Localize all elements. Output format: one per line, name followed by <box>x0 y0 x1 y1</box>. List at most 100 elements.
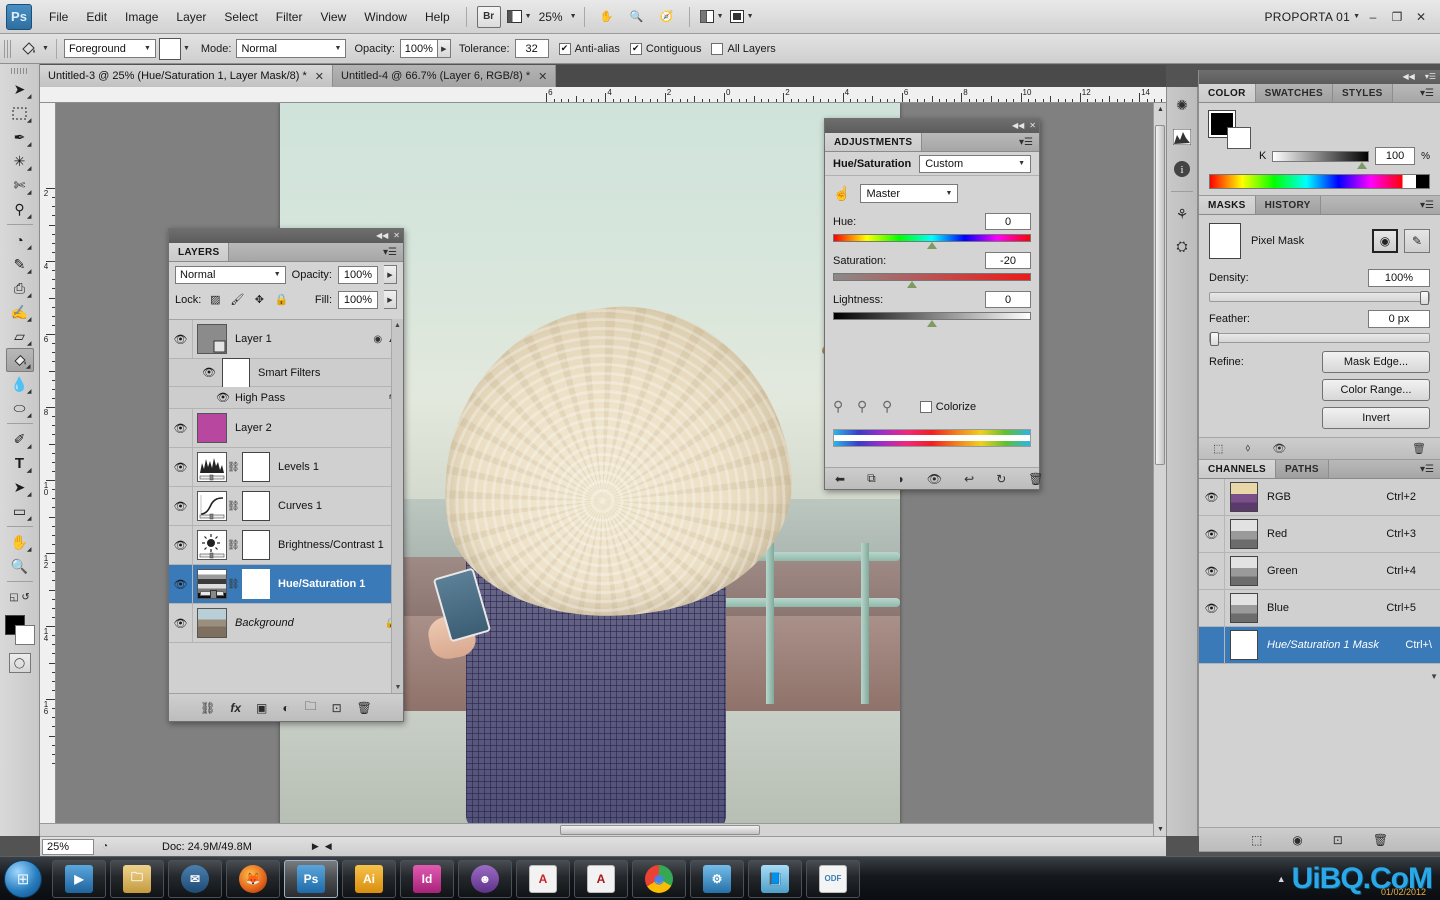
layers-scrollbar[interactable]: ▲ ▼ <box>391 319 403 693</box>
hue-slider[interactable] <box>833 234 1031 249</box>
channel-list[interactable]: 👁 RGB Ctrl+2 👁 Red Ctrl+3 👁 Green Ctrl+4 <box>1199 479 1440 664</box>
layer-opacity-stepper[interactable]: ▶ <box>384 265 397 284</box>
tab-layers[interactable]: LAYERS <box>169 243 230 261</box>
layer-visibility-icon[interactable]: 👁 <box>213 387 233 408</box>
dodge-tool[interactable]: ⬭ ◢ <box>6 396 34 420</box>
fill-input[interactable]: 100% <box>338 290 378 309</box>
pattern-swatch-group[interactable]: ▼ <box>158 37 190 60</box>
brush-tool[interactable]: ✎ ◢ <box>6 252 34 276</box>
vertical-ruler[interactable]: 2 4 6 8 10 12 14 16 <box>40 103 56 836</box>
taskbar-item-media-player[interactable]: ▶ <box>52 859 106 898</box>
preview-eye-icon[interactable]: 👁 <box>927 472 942 486</box>
layer-mask-thumbnail[interactable] <box>242 491 270 521</box>
canvas-horizontal-scrollbar[interactable] <box>40 823 1153 836</box>
channel-visibility-icon[interactable]: 👁 <box>1199 590 1225 626</box>
alllayers-checkbox-group[interactable]: All Layers <box>711 42 776 55</box>
layer-thumbnail[interactable] <box>197 530 227 560</box>
channel-visibility-icon[interactable]: 👁 <box>1199 516 1225 552</box>
blur-tool[interactable]: 💧 ◢ <box>6 372 34 396</box>
vector-mask-icon[interactable]: ✎ <box>1404 229 1430 253</box>
fill-stepper[interactable]: ▶ <box>384 290 397 309</box>
close-icon[interactable]: ✕ <box>393 232 400 240</box>
document-tab-untitled-3[interactable]: Untitled-3 @ 25% (Hue/Saturation 1, Laye… <box>40 65 334 87</box>
eyedropper-subtract-icon[interactable]: ⚲ <box>882 398 892 415</box>
on-image-adjust-icon[interactable]: ☝ <box>833 185 850 202</box>
list-item[interactable]: 👁 Red Ctrl+3 <box>1199 516 1440 553</box>
taskbar-item-notes-app[interactable]: 📘 <box>748 859 802 898</box>
taskbar-item-photoshop[interactable]: Ps <box>284 859 338 898</box>
lock-all-icon[interactable]: 🔒 <box>273 292 289 308</box>
status-menu-arrow-icon[interactable]: ▶ <box>312 841 319 852</box>
vertical-scroll-thumb[interactable] <box>1155 125 1165 465</box>
channel-thumbnail[interactable] <box>1230 519 1258 549</box>
colorize-checkbox[interactable] <box>919 400 932 413</box>
channel-visibility-icon[interactable]: 👁 <box>1199 479 1225 515</box>
eyedropper-tool[interactable]: ⚲ ◢ <box>6 197 34 221</box>
pattern-chevron-icon[interactable]: ▼ <box>183 45 190 52</box>
tool-preset-chevron-icon[interactable]: ▼ <box>42 45 49 52</box>
tab-masks[interactable]: MASKS <box>1199 196 1256 214</box>
table-row[interactable]: 👁 ⛓ Levels 1 <box>169 448 403 487</box>
layer-thumbnail[interactable] <box>197 491 227 521</box>
type-tool[interactable]: T ◢ <box>6 451 34 475</box>
quick-mask-toggle[interactable]: ◯ <box>8 653 31 673</box>
contiguous-checkbox[interactable]: ✔ <box>629 42 642 55</box>
list-item[interactable]: 👁 Green Ctrl+4 <box>1199 553 1440 590</box>
tab-history[interactable]: HISTORY <box>1255 196 1321 214</box>
lightness-slider-knob[interactable] <box>927 320 937 327</box>
layer-visibility-icon[interactable]: 👁 <box>169 409 193 447</box>
magic-wand-tool[interactable]: ✳ ◢ <box>6 149 34 173</box>
layer-thumbnail[interactable] <box>197 608 227 638</box>
history-brush-dock-icon[interactable]: ✺ <box>1170 93 1194 117</box>
lightness-input[interactable]: 0 <box>985 291 1031 308</box>
zoom-chevron-icon[interactable]: ▼ <box>570 13 577 20</box>
density-slider[interactable] <box>1209 291 1430 305</box>
tab-styles[interactable]: STYLES <box>1332 84 1393 102</box>
layers-panel[interactable]: ◀◀ ✕ LAYERS ▾☰ Normal ▼ Opacity: 100% ▶ … <box>168 228 404 722</box>
delete-adjustment-icon[interactable]: 🗑 <box>1028 472 1043 486</box>
table-row[interactable]: 👁 High Pass ⇋ <box>169 387 403 409</box>
workspace-title[interactable]: PROPORTA 01 <box>1265 10 1351 24</box>
bridge-icon[interactable]: Br <box>476 5 501 28</box>
delete-layer-icon[interactable]: 🗑 <box>357 701 372 715</box>
taskbar-item-control-panel[interactable]: ⚙ <box>690 859 744 898</box>
table-row[interactable]: 👁 Layer 1 ◉ ▲ <box>169 320 403 359</box>
close-icon[interactable]: ✕ <box>538 70 547 83</box>
view-extras-icon[interactable]: ▼ <box>506 6 532 28</box>
channel-thumbnail[interactable] <box>1230 482 1258 512</box>
lasso-tool[interactable]: ✒ ◢ <box>6 125 34 149</box>
new-channel-icon[interactable]: ⊡ <box>1333 833 1343 847</box>
paint-bucket-icon[interactable] <box>17 38 39 60</box>
workspace-chevron-icon[interactable]: ▼ <box>1353 13 1360 20</box>
layer-visibility-icon[interactable]: 👁 <box>169 487 193 525</box>
mini-bridge-icon[interactable]: ⚘ <box>1170 202 1194 226</box>
add-mask-icon[interactable]: ▣ <box>256 701 267 715</box>
close-button[interactable]: ✕ <box>1410 7 1432 27</box>
clip-to-layer-icon[interactable]: ⧉ <box>867 471 876 486</box>
menu-view[interactable]: View <box>311 6 355 28</box>
pattern-swatch[interactable] <box>158 37 181 60</box>
hue-input[interactable]: 0 <box>985 213 1031 230</box>
history-brush-tool[interactable]: ✍ ◢ <box>6 300 34 324</box>
layer-mask-thumbnail[interactable] <box>242 569 270 599</box>
saturation-slider[interactable] <box>833 273 1031 288</box>
pixel-mask-icon[interactable]: ◉ <box>1372 229 1398 253</box>
k-channel-input[interactable]: 100 <box>1375 147 1416 165</box>
taskbar-item-odf-document[interactable]: ODF <box>806 859 860 898</box>
background-color-swatch[interactable] <box>1227 127 1251 149</box>
paint-bucket-tool[interactable]: ◢ <box>5 348 34 372</box>
scroll-up-icon[interactable]: ▲ <box>392 319 403 331</box>
close-icon[interactable]: ✕ <box>1029 122 1036 130</box>
delete-mask-icon[interactable]: 🗑 <box>1412 442 1426 455</box>
layer-thumbnail[interactable] <box>197 569 227 599</box>
color-fg-bg-swatches[interactable] <box>1208 110 1251 149</box>
color-range-button[interactable]: Color Range... <box>1322 379 1430 401</box>
status-zoom-input[interactable]: 25% <box>42 838 94 855</box>
channel-thumbnail[interactable] <box>1230 556 1258 586</box>
antialias-checkbox-group[interactable]: ✔ Anti-alias <box>558 42 620 55</box>
scroll-down-icon[interactable]: ▼ <box>392 681 404 693</box>
color-ramp[interactable] <box>1209 174 1430 189</box>
toggle-layer-visibility-icon[interactable]: ◗ <box>898 472 905 486</box>
menu-filter[interactable]: Filter <box>267 6 312 28</box>
layer-visibility-icon[interactable]: 👁 <box>169 320 193 358</box>
